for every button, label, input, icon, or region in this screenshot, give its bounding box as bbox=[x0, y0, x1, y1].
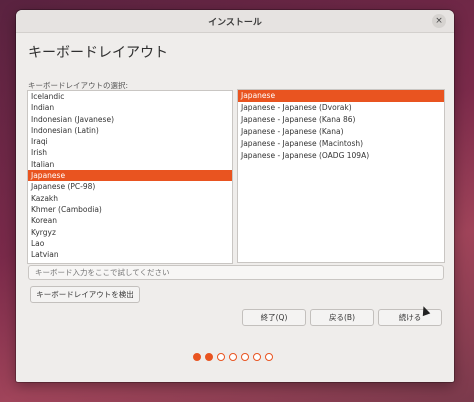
list-item[interactable]: Japanese (PC-98) bbox=[28, 181, 232, 192]
window-title: インストール bbox=[208, 18, 262, 28]
page-title: キーボードレイアウト bbox=[28, 45, 168, 61]
continue-button[interactable]: 続ける bbox=[378, 309, 442, 326]
layout-list[interactable]: Icelandic Indian Indonesian (Javanese) Indo… bbox=[27, 90, 233, 264]
quit-button[interactable]: 終了(Q) bbox=[242, 309, 306, 326]
list-item[interactable]: Indonesian (Latin) bbox=[28, 125, 232, 136]
list-item[interactable]: Japanese - Japanese (Kana 86) bbox=[238, 114, 444, 126]
detect-layout-button[interactable]: キーボードレイアウトを検出 bbox=[30, 286, 140, 303]
list-item-selected[interactable]: Japanese bbox=[28, 170, 232, 182]
list-item[interactable]: Khmer (Cambodia) bbox=[28, 204, 232, 215]
progress-dot bbox=[241, 353, 249, 361]
list-item[interactable]: Kazakh bbox=[28, 193, 232, 204]
close-icon[interactable]: × bbox=[432, 14, 446, 28]
list-item[interactable]: Irish bbox=[28, 147, 232, 158]
progress-dot bbox=[193, 353, 201, 361]
list-item[interactable]: Italian bbox=[28, 159, 232, 170]
keyboard-test-input[interactable] bbox=[28, 265, 444, 280]
progress-dot bbox=[253, 353, 261, 361]
list-item[interactable]: Japanese - Japanese (Dvorak) bbox=[238, 102, 444, 114]
list-item[interactable]: Japanese - Japanese (Macintosh) bbox=[238, 138, 444, 150]
list-item[interactable]: Latvian bbox=[28, 249, 232, 260]
list-item[interactable]: Kyrgyz bbox=[28, 227, 232, 238]
progress-dot bbox=[229, 353, 237, 361]
progress-dot bbox=[205, 353, 213, 361]
title-bar[interactable]: インストール × bbox=[16, 10, 454, 33]
list-item[interactable]: Japanese - Japanese (OADG 109A) bbox=[238, 150, 444, 162]
variant-list[interactable]: Japanese Japanese - Japanese (Dvorak) Japa… bbox=[237, 89, 445, 263]
back-button[interactable]: 戻る(B) bbox=[310, 309, 374, 326]
list-item[interactable]: Indian bbox=[28, 102, 232, 113]
progress-dot bbox=[265, 353, 273, 361]
list-item[interactable]: Japanese - Japanese (Kana) bbox=[238, 126, 444, 138]
list-item[interactable]: Icelandic bbox=[28, 91, 232, 102]
list-item[interactable]: Korean bbox=[28, 215, 232, 226]
list-item[interactable]: Lao bbox=[28, 238, 232, 249]
list-item-selected[interactable]: Japanese bbox=[238, 90, 444, 102]
list-item[interactable]: Iraqi bbox=[28, 136, 232, 147]
list-item[interactable]: Indonesian (Javanese) bbox=[28, 114, 232, 125]
progress-dot bbox=[217, 353, 225, 361]
progress-dots bbox=[193, 353, 273, 363]
